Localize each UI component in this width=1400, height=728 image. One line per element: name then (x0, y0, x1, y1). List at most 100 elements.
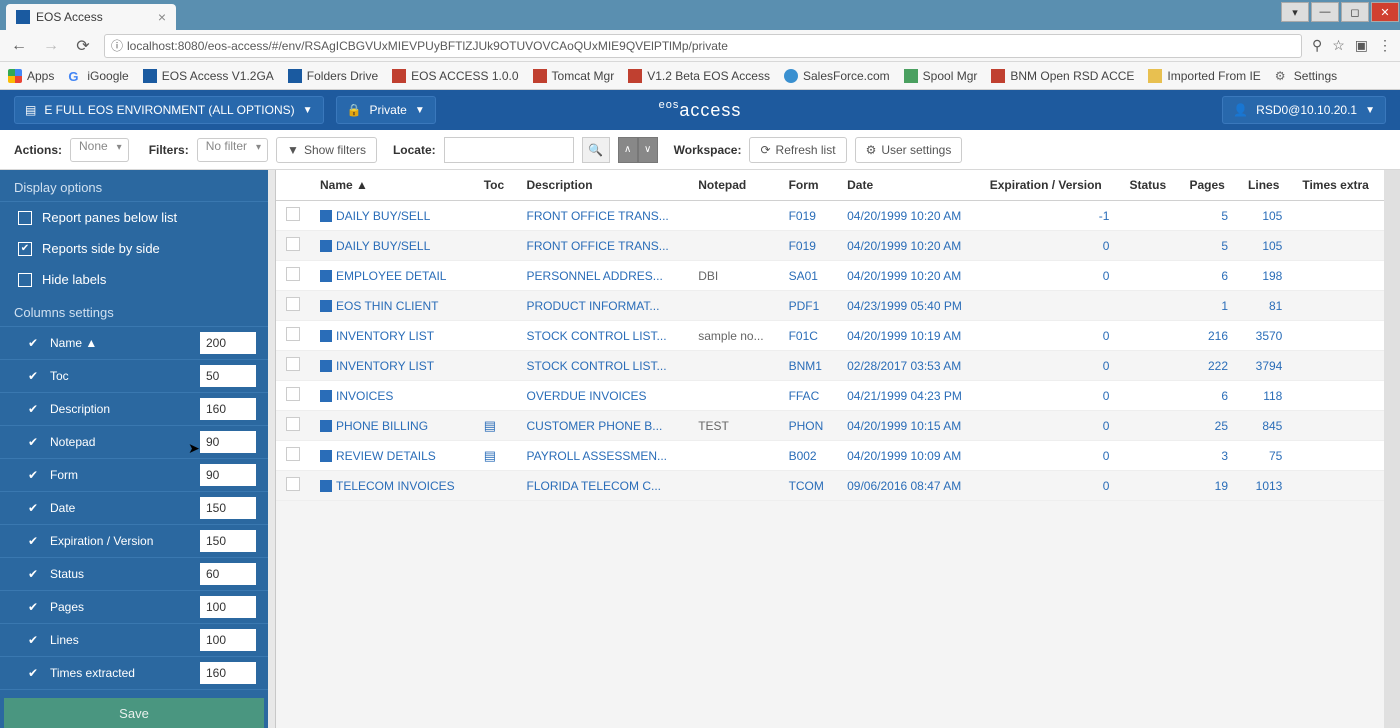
check-icon[interactable]: ✔ (28, 567, 42, 581)
translate-icon[interactable]: ⚲ (1312, 37, 1322, 54)
table-row[interactable]: EMPLOYEE DETAILPERSONNEL ADDRES...DBISA0… (276, 261, 1384, 291)
window-dropdown-icon[interactable]: ▾ (1281, 2, 1309, 22)
bookmark-item[interactable]: Imported From IE (1148, 69, 1260, 83)
actions-select[interactable]: None (70, 138, 129, 162)
name-cell[interactable]: DAILY BUY/SELL (310, 231, 474, 261)
tab-close-icon[interactable]: × (158, 9, 166, 25)
form-cell[interactable]: BNM1 (779, 351, 838, 381)
row-checkbox[interactable] (286, 207, 300, 221)
form-cell[interactable]: PDF1 (779, 291, 838, 321)
description-cell[interactable]: PERSONNEL ADDRES... (517, 261, 689, 291)
column-width-input[interactable] (200, 332, 256, 354)
column-header[interactable]: Notepad (688, 170, 778, 201)
description-cell[interactable]: PAYROLL ASSESSMEN... (517, 441, 689, 471)
table-row[interactable]: REVIEW DETAILS▤PAYROLL ASSESSMEN...B0020… (276, 441, 1384, 471)
column-width-input[interactable] (200, 365, 256, 387)
scope-selector[interactable]: 🔒 Private ▼ (336, 96, 436, 124)
row-checkbox[interactable] (286, 387, 300, 401)
splitter[interactable] (268, 170, 276, 728)
column-width-input[interactable] (200, 530, 256, 552)
column-width-input[interactable] (200, 497, 256, 519)
bookmark-item[interactable]: ⚙Settings (1275, 69, 1337, 83)
column-header[interactable]: Times extra (1292, 170, 1384, 201)
column-header[interactable]: Status (1119, 170, 1179, 201)
column-header[interactable]: Description (517, 170, 689, 201)
filters-select[interactable]: No filter (197, 138, 268, 162)
browser-tab[interactable]: EOS Access × (6, 4, 176, 30)
menu-icon[interactable]: ⋮ (1378, 37, 1392, 54)
display-option[interactable]: Reports side by side (0, 233, 268, 264)
table-row[interactable]: PHONE BILLING▤CUSTOMER PHONE B...TESTPHO… (276, 411, 1384, 441)
form-cell[interactable]: SA01 (779, 261, 838, 291)
bookmark-item[interactable]: Tomcat Mgr (533, 69, 615, 83)
bookmark-item[interactable]: GiGoogle (68, 69, 128, 83)
display-option[interactable]: Hide labels (0, 264, 268, 295)
name-cell[interactable]: EMPLOYEE DETAIL (310, 261, 474, 291)
column-width-input[interactable] (200, 464, 256, 486)
description-cell[interactable]: OVERDUE INVOICES (517, 381, 689, 411)
name-cell[interactable]: TELECOM INVOICES (310, 471, 474, 501)
check-icon[interactable]: ✔ (28, 435, 42, 449)
table-row[interactable]: EOS THIN CLIENTPRODUCT INFORMAT...PDF104… (276, 291, 1384, 321)
row-checkbox[interactable] (286, 447, 300, 461)
search-button[interactable]: 🔍 (582, 137, 610, 163)
back-button[interactable]: ← (8, 35, 30, 57)
description-cell[interactable]: STOCK CONTROL LIST... (517, 351, 689, 381)
reload-button[interactable]: ⟳ (72, 35, 94, 57)
column-header[interactable]: Form (779, 170, 838, 201)
row-checkbox[interactable] (286, 267, 300, 281)
display-option[interactable]: Report panes below list (0, 202, 268, 233)
name-cell[interactable]: INVENTORY LIST (310, 351, 474, 381)
bookmark-item[interactable]: SalesForce.com (784, 69, 890, 83)
row-checkbox[interactable] (286, 297, 300, 311)
description-cell[interactable]: FRONT OFFICE TRANS... (517, 231, 689, 261)
form-cell[interactable]: F019 (779, 201, 838, 231)
table-row[interactable]: INVENTORY LISTSTOCK CONTROL LIST...BNM10… (276, 351, 1384, 381)
row-checkbox[interactable] (286, 357, 300, 371)
locate-input[interactable] (444, 137, 574, 163)
forward-button[interactable]: → (40, 35, 62, 57)
column-header[interactable]: Pages (1179, 170, 1238, 201)
environment-selector[interactable]: ▤ E FULL EOS ENVIRONMENT (ALL OPTIONS) ▼ (14, 96, 324, 124)
minimize-button[interactable]: — (1311, 2, 1339, 22)
form-cell[interactable]: F019 (779, 231, 838, 261)
name-cell[interactable]: EOS THIN CLIENT (310, 291, 474, 321)
list-icon[interactable]: ▤ (484, 418, 496, 433)
description-cell[interactable]: FRONT OFFICE TRANS... (517, 201, 689, 231)
form-cell[interactable]: F01C (779, 321, 838, 351)
name-cell[interactable]: INVENTORY LIST (310, 321, 474, 351)
row-checkbox[interactable] (286, 417, 300, 431)
form-cell[interactable]: B002 (779, 441, 838, 471)
table-row[interactable]: TELECOM INVOICES FLORIDA TELECOM C... TCOM… (276, 471, 1384, 501)
name-cell[interactable]: DAILY BUY/SELL (310, 201, 474, 231)
show-filters-button[interactable]: ▼ Show filters (276, 137, 377, 163)
column-width-input[interactable] (200, 629, 256, 651)
name-cell[interactable]: PHONE BILLING (310, 411, 474, 441)
check-icon[interactable]: ✔ (28, 501, 42, 515)
form-cell[interactable]: FFAC (779, 381, 838, 411)
bookmark-item[interactable]: Folders Drive (288, 69, 378, 83)
table-row[interactable]: DAILY BUY/SELLFRONT OFFICE TRANS...F0190… (276, 231, 1384, 261)
description-cell[interactable]: STOCK CONTROL LIST... (517, 321, 689, 351)
check-icon[interactable]: ✔ (28, 666, 42, 680)
name-cell[interactable]: INVOICES (310, 381, 474, 411)
close-button[interactable]: ✕ (1371, 2, 1399, 22)
check-icon[interactable]: ✔ (28, 402, 42, 416)
column-header[interactable] (276, 170, 310, 201)
row-checkbox[interactable] (286, 477, 300, 491)
description-cell[interactable]: PRODUCT INFORMAT... (517, 291, 689, 321)
column-width-input[interactable] (200, 563, 256, 585)
maximize-button[interactable]: ◻ (1341, 2, 1369, 22)
bookmark-item[interactable]: BNM Open RSD ACCE (991, 69, 1134, 83)
bookmark-item[interactable]: Apps (8, 69, 54, 83)
user-settings-button[interactable]: ⚙ User settings (855, 137, 963, 163)
bookmark-item[interactable]: EOS Access V1.2GA (143, 69, 274, 83)
table-row[interactable]: INVOICESOVERDUE INVOICESFFAC04/21/1999 0… (276, 381, 1384, 411)
table-row[interactable]: DAILY BUY/SELLFRONT OFFICE TRANS...F0190… (276, 201, 1384, 231)
description-cell[interactable]: FLORIDA TELECOM C... (517, 471, 689, 501)
bookmark-item[interactable]: EOS ACCESS 1.0.0 (392, 69, 518, 83)
refresh-button[interactable]: ⟳ Refresh list (749, 137, 846, 163)
column-width-input[interactable] (200, 662, 256, 684)
form-cell[interactable]: TCOM (779, 471, 838, 501)
column-header[interactable]: Name ▲ (310, 170, 474, 201)
